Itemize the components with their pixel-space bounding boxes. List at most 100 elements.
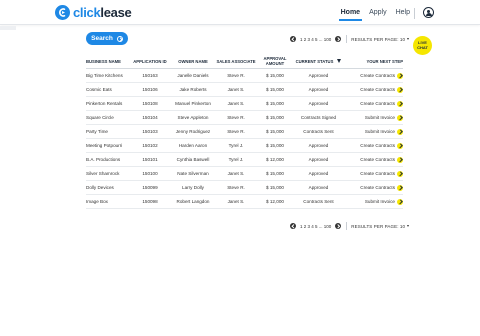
table-row[interactable]: Square Circle 150104 Steve Appleton Steve R… <box>86 111 403 125</box>
cell-next-step[interactable]: Create Contracts <box>343 184 403 191</box>
chevron-down-icon[interactable] <box>407 225 410 227</box>
cell-approval-amount: $ 12,000 <box>266 157 284 162</box>
cell-next-step[interactable]: Create Contracts <box>343 72 403 79</box>
cell-approval-amount: $ 15,000 <box>266 87 284 92</box>
search-button[interactable]: Search <box>86 32 128 45</box>
next-step-link[interactable]: Create Contracts <box>360 143 395 148</box>
applications-table: BUSINESS NAME APPLICATION ID OWNER NAME … <box>86 54 403 209</box>
nav-divider <box>414 8 415 19</box>
table-row[interactable]: Silver Shamrock 150100 Nate Silverman Janet… <box>86 167 403 181</box>
pager-divider <box>346 222 348 230</box>
next-step-link[interactable]: Submit Invoice <box>365 115 395 120</box>
cell-sales-associate: Steve R. <box>227 115 245 120</box>
table-row[interactable]: Image Box 150098 Robert Langdon Janet S. $ 1… <box>86 195 403 209</box>
cell-sales-associate: Steve R. <box>227 185 245 190</box>
clicklease-logo[interactable]: clicklease <box>55 5 132 20</box>
results-per-page-select[interactable]: RESULTS PER PAGE: 10 <box>351 224 405 229</box>
table-row[interactable]: B.A. Productions 150101 Cynthia Baswell Tyr… <box>86 153 403 167</box>
chevron-right-circle-icon[interactable] <box>397 156 403 163</box>
table-row[interactable]: Dolly Devices 150099 Larry Dolly Steve R. $ … <box>86 181 403 195</box>
chevron-right-circle-icon[interactable] <box>397 114 403 121</box>
next-step-link[interactable]: Create Contracts <box>360 171 395 176</box>
header-approval-amount[interactable]: APPROVAL AMOUNT <box>256 56 294 66</box>
cell-sales-associate: Steve R. <box>227 73 245 78</box>
cell-business-name: Image Box <box>86 199 108 204</box>
cell-business-name: B.A. Productions <box>86 157 121 162</box>
next-step-link[interactable]: Submit Invoice <box>365 199 395 204</box>
prev-page-icon[interactable] <box>290 223 296 229</box>
cell-owner-name: Manuel Pinkerton <box>175 101 211 106</box>
cell-business-name: Dolly Devices <box>86 185 114 190</box>
table-row[interactable]: Big Time Kitchens 150163 Janelle Daniels St… <box>86 69 403 83</box>
chevron-right-circle-icon[interactable] <box>397 184 403 191</box>
prev-page-icon[interactable] <box>290 36 296 42</box>
chevron-right-circle-icon[interactable] <box>397 128 403 135</box>
header-owner-name[interactable]: OWNER NAME <box>170 59 216 64</box>
cell-owner-name: Steve Appleton <box>177 115 209 120</box>
cell-next-step[interactable]: Create Contracts <box>343 86 403 93</box>
chevron-down-icon[interactable] <box>407 38 410 40</box>
table-row[interactable]: Meeting Potpourri 150102 Harden Aaron Tyrel… <box>86 139 403 153</box>
cell-current-status: Approved <box>308 87 329 92</box>
cell-sales-associate: Janet S. <box>227 171 245 176</box>
page-numbers[interactable]: 1 2 3 4 5 ... 100 <box>300 37 331 42</box>
page-numbers[interactable]: 1 2 3 4 5 ... 100 <box>300 224 331 229</box>
live-chat-line2: CHAT <box>417 44 428 50</box>
top-header: clicklease Home Apply Help <box>0 0 480 25</box>
header-business-name[interactable]: BUSINESS NAME <box>86 59 130 64</box>
next-step-link[interactable]: Create Contracts <box>360 157 395 162</box>
chevron-right-circle-icon[interactable] <box>397 198 403 205</box>
nav-home[interactable]: Home <box>338 9 363 21</box>
cell-business-name: Silver Shamrock <box>86 171 120 176</box>
chevron-right-circle-icon[interactable] <box>397 86 403 93</box>
next-step-link[interactable]: Create Contracts <box>360 101 395 106</box>
cell-current-status: Approved <box>308 157 329 162</box>
cell-next-step[interactable]: Submit Invoice <box>343 198 403 205</box>
chevron-right-circle-icon <box>116 35 123 42</box>
cell-approval-amount: $ 15,000 <box>266 129 284 134</box>
results-per-page-select[interactable]: RESULTS PER PAGE: 10 <box>351 37 405 42</box>
user-account-icon[interactable] <box>423 7 434 18</box>
cell-current-status: Contracts Sent <box>303 199 334 204</box>
next-step-link[interactable]: Create Contracts <box>360 87 395 92</box>
next-page-icon[interactable] <box>335 36 342 42</box>
cell-owner-name: Larry Dolly <box>182 185 204 190</box>
next-step-link[interactable]: Create Contracts <box>360 73 395 78</box>
chevron-right-circle-icon[interactable] <box>397 142 403 149</box>
cell-approval-amount: $ 15,000 <box>266 185 284 190</box>
next-step-link[interactable]: Create Contracts <box>360 185 395 190</box>
next-page-icon[interactable] <box>335 223 342 229</box>
cell-sales-associate: Tyrel J. <box>228 143 244 148</box>
cell-next-step[interactable]: Create Contracts <box>343 100 403 107</box>
chevron-right-circle-icon[interactable] <box>397 72 403 79</box>
table-row[interactable]: Party Time 150103 Jenny Rodriguez Steve R. $… <box>86 125 403 139</box>
filter-icon[interactable] <box>337 59 342 63</box>
pagination-bottom: 1 2 3 4 5 ... 100 RESULTS PER PAGE: 10 <box>290 222 410 230</box>
header-next-step[interactable]: YOUR NEXT STEP <box>343 59 403 64</box>
cell-current-status: Approved <box>308 73 329 78</box>
cell-next-step[interactable]: Create Contracts <box>343 142 403 149</box>
header-application-id[interactable]: APPLICATION ID <box>130 59 170 64</box>
header-current-status[interactable]: CURRENT STATUS <box>294 59 343 64</box>
cell-current-status: Approved <box>308 143 329 148</box>
cell-application-id: 150106 <box>142 87 158 92</box>
cell-next-step[interactable]: Create Contracts <box>343 170 403 177</box>
cell-business-name: Party Time <box>86 129 108 134</box>
table-row[interactable]: Pinkerton Rentals 150108 Manuel Pinkerton J… <box>86 97 403 111</box>
logo-text: clicklease <box>73 5 132 20</box>
cell-application-id: 150103 <box>142 129 158 134</box>
cell-next-step[interactable]: Submit Invoice <box>343 114 403 121</box>
next-step-link[interactable]: Submit Invoice <box>365 129 395 134</box>
nav-apply[interactable]: Apply <box>369 9 387 21</box>
cell-business-name: Meeting Potpourri <box>86 143 123 148</box>
chevron-right-circle-icon[interactable] <box>397 170 403 177</box>
header-sales-associate[interactable]: SALES ASSOCIATE <box>216 59 256 64</box>
chevron-right-circle-icon[interactable] <box>397 100 403 107</box>
search-button-label: Search <box>91 35 113 42</box>
nav-help[interactable]: Help <box>396 9 410 21</box>
table-row[interactable]: Cosmic Eats 150106 Jake Roberts Janet S. $ 1… <box>86 83 403 97</box>
cell-application-id: 150101 <box>142 157 158 162</box>
cell-next-step[interactable]: Submit Invoice <box>343 128 403 135</box>
live-chat-button[interactable]: LIVE CHAT <box>413 36 432 55</box>
cell-next-step[interactable]: Create Contracts <box>343 156 403 163</box>
